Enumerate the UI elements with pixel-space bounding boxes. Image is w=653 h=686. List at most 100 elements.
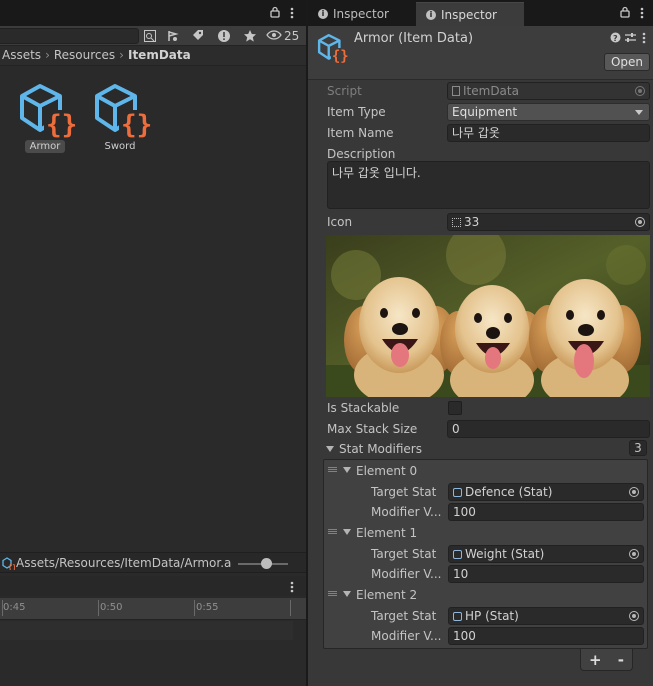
sprite-preview (326, 225, 650, 408)
modifier-value-label: Modifier V... (371, 505, 442, 519)
object-picker-icon (635, 86, 645, 96)
errors-filter-icon[interactable] (213, 27, 235, 45)
stat-modifiers-size-field[interactable]: 3 (629, 440, 647, 456)
timeline-header (0, 576, 306, 596)
description-label: Description (327, 147, 396, 161)
item-type-value: Equipment (452, 105, 518, 119)
target-stat-field[interactable]: HP (Stat) (448, 607, 644, 625)
remove-element-button[interactable]: - (618, 651, 624, 669)
max-stack-size-field[interactable]: 0 (447, 420, 650, 438)
more-options-icon[interactable] (642, 31, 646, 45)
add-element-button[interactable]: + (589, 651, 602, 669)
svg-text:{}: {} (46, 110, 77, 138)
breadcrumb-item[interactable]: Assets (2, 48, 41, 62)
modifier-value-field[interactable]: 100 (448, 627, 644, 645)
modifier-value-label: Modifier V... (371, 629, 442, 643)
is-stackable-label: Is Stackable (327, 401, 400, 415)
object-picker-icon[interactable] (629, 549, 639, 559)
target-stat-field[interactable]: Weight (Stat) (448, 545, 644, 563)
script-value: ItemData (463, 84, 519, 98)
breadcrumb: Assets › Resources › ItemData (0, 46, 306, 66)
tick-mark (290, 600, 291, 616)
description-textarea[interactable]: 나무 갑옷 입니다. (327, 161, 650, 209)
project-toolbar: 25 (0, 26, 306, 46)
foldout-arrow-icon[interactable] (343, 591, 351, 597)
presets-icon[interactable] (625, 32, 636, 43)
icon-size-slider-handle[interactable] (261, 558, 272, 569)
modifier-value-label: Modifier V... (371, 567, 442, 581)
scriptable-object-icon: {} (317, 33, 349, 64)
search-input[interactable] (0, 28, 139, 44)
drag-handle-icon[interactable] (328, 529, 337, 534)
info-icon: i (426, 9, 436, 20)
chevron-right-icon: › (119, 48, 124, 62)
tag-icon[interactable] (187, 27, 209, 45)
tab-inspector-active[interactable]: i Inspector (416, 2, 524, 26)
tick-mark (194, 600, 195, 616)
tick-label: 0:50 (100, 602, 123, 613)
asset-item-armor[interactable]: {} Armor (14, 80, 78, 160)
asset-item-sword[interactable]: {} Sword (89, 80, 153, 160)
tick-label: 0:55 (196, 602, 219, 613)
drag-handle-icon[interactable] (328, 591, 337, 596)
lock-icon[interactable] (270, 6, 280, 18)
foldout-arrow-icon[interactable] (343, 467, 351, 473)
is-stackable-checkbox[interactable] (448, 401, 462, 415)
eye-icon (266, 29, 282, 43)
open-button[interactable]: Open (604, 53, 650, 71)
element-label[interactable]: Element 1 (356, 526, 417, 540)
script-file-icon (452, 86, 460, 96)
modifier-value-field[interactable]: 10 (448, 565, 644, 583)
tab-label: Inspector (441, 7, 497, 22)
target-stat-value: Weight (Stat) (465, 547, 545, 561)
icon-field[interactable]: 33 (447, 213, 650, 231)
svg-text:{}: {} (8, 564, 15, 571)
timeline-ruler[interactable]: 0:45 0:50 0:55 (0, 598, 306, 620)
target-stat-label: Target Stat (371, 609, 437, 623)
help-icon[interactable]: ? (610, 32, 621, 43)
foldout-arrow-icon[interactable] (326, 446, 334, 452)
scriptable-object-icon: {} (93, 82, 153, 140)
search-by-type-icon[interactable] (139, 27, 161, 45)
visibility-toggle[interactable]: 25 (266, 27, 304, 45)
drag-handle-icon[interactable] (328, 467, 337, 472)
asset-label: Armor (14, 140, 76, 153)
target-stat-label: Target Stat (371, 485, 437, 499)
breadcrumb-current[interactable]: ItemData (128, 48, 191, 62)
object-picker-icon[interactable] (635, 217, 645, 227)
svg-text:{}: {} (121, 110, 152, 138)
element-label[interactable]: Element 0 (356, 464, 417, 478)
target-stat-field[interactable]: Defence (Stat) (448, 483, 644, 501)
scriptable-object-icon (453, 488, 462, 497)
scriptable-object-icon: {} (18, 82, 78, 140)
inspector-tab-bar: i Inspector i Inspector (308, 0, 653, 26)
favorite-star-icon[interactable] (239, 27, 261, 45)
item-name-label: Item Name (327, 126, 394, 140)
timeline-track-area[interactable] (0, 621, 293, 640)
object-picker-icon[interactable] (629, 611, 639, 621)
modifier-value-field[interactable]: 100 (448, 503, 644, 521)
scriptable-object-icon (453, 612, 462, 621)
tab-inspector[interactable]: i Inspector (308, 2, 414, 26)
breadcrumb-item[interactable]: Resources (54, 48, 115, 62)
asset-path: Assets/Resources/ItemData/Armor.asset (16, 556, 232, 570)
list-footer: + - (580, 649, 633, 671)
sprite-icon (452, 218, 461, 227)
info-icon: i (318, 9, 328, 19)
item-type-label: Item Type (327, 105, 386, 119)
search-by-label-icon[interactable] (162, 27, 184, 45)
element-label[interactable]: Element 2 (356, 588, 417, 602)
max-stack-size-label: Max Stack Size (327, 422, 418, 436)
item-type-dropdown[interactable]: Equipment (447, 103, 650, 121)
more-options-icon[interactable] (290, 580, 294, 594)
more-options-icon[interactable] (290, 6, 294, 20)
target-stat-label: Target Stat (371, 547, 437, 561)
foldout-arrow-icon[interactable] (343, 529, 351, 535)
lock-icon[interactable] (620, 6, 630, 18)
object-picker-icon[interactable] (629, 487, 639, 497)
item-name-field[interactable]: 나무 갑옷 (447, 124, 650, 142)
svg-text:?: ? (613, 34, 618, 43)
icon-label: Icon (327, 215, 353, 229)
more-options-icon[interactable] (640, 6, 644, 20)
stat-modifiers-label[interactable]: Stat Modifiers (339, 442, 422, 456)
